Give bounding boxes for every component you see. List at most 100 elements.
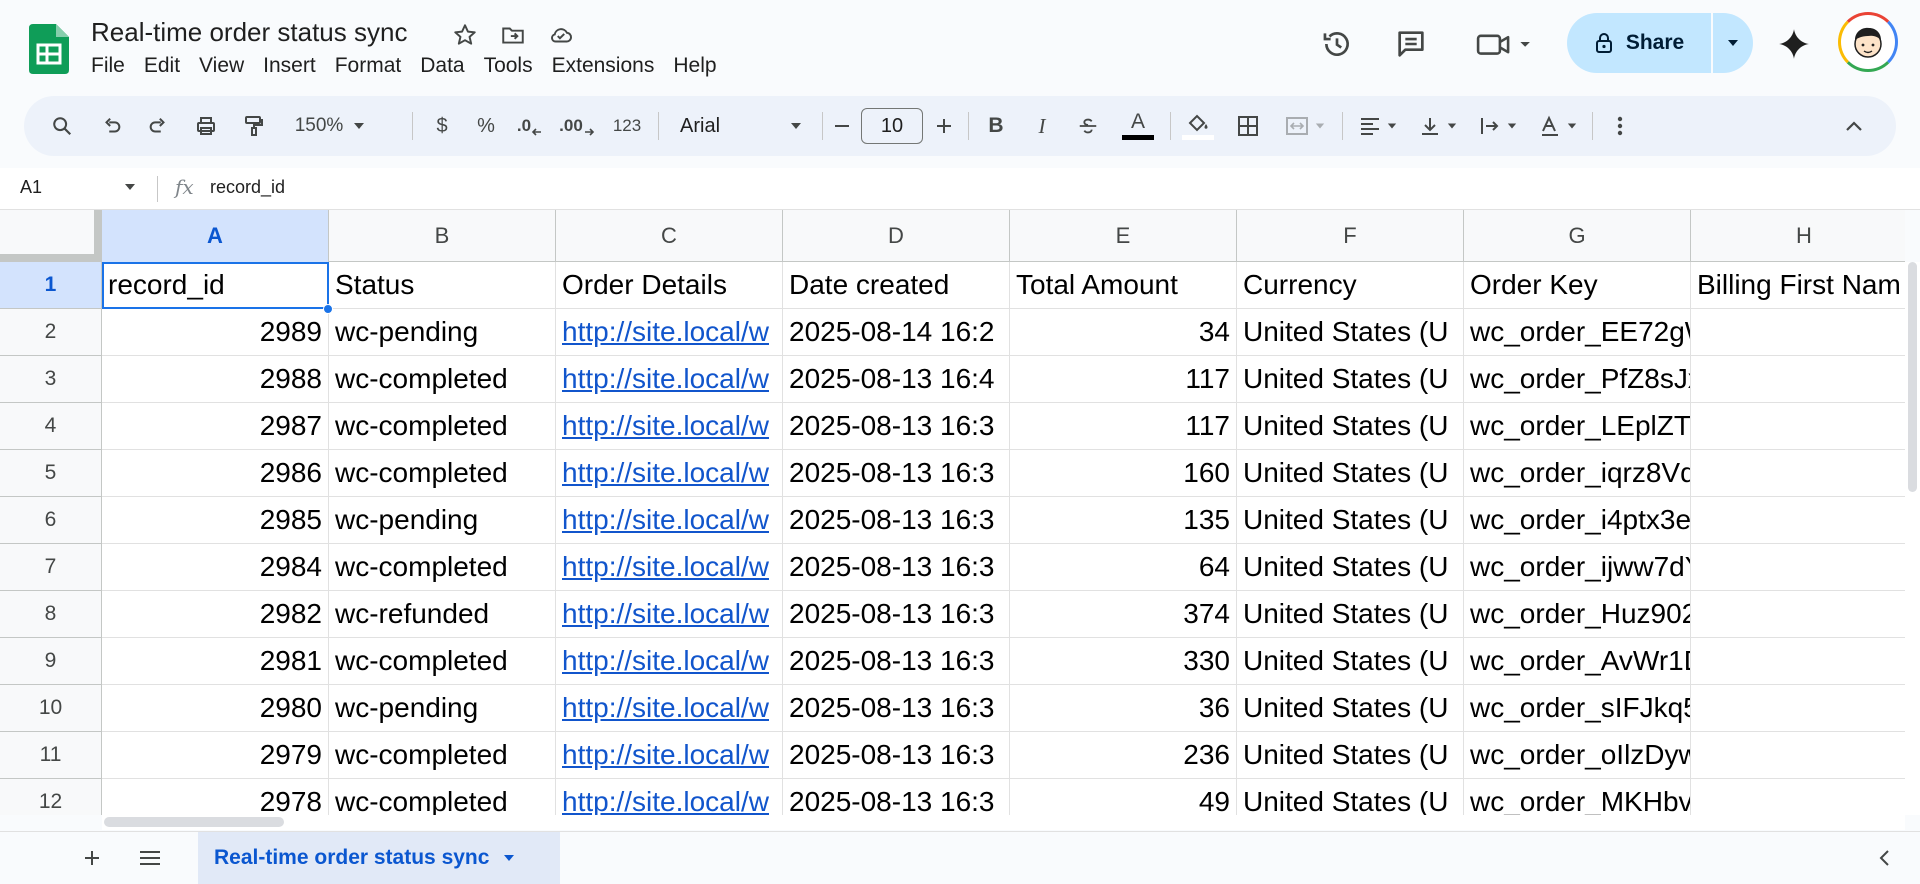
column-header-d[interactable]: D	[783, 210, 1010, 262]
table-cell[interactable]: United States (U	[1237, 685, 1464, 732]
table-cell[interactable]: 2979	[102, 732, 329, 779]
table-cell[interactable]: 2025-08-13 16:3	[783, 497, 1010, 544]
link-cell[interactable]: http://site.local/w	[556, 450, 783, 497]
header-cell[interactable]: Billing First Nam	[1691, 262, 1905, 309]
link-cell[interactable]: http://site.local/w	[556, 779, 783, 815]
row-header[interactable]: 8	[0, 591, 102, 638]
row-header[interactable]: 9	[0, 638, 102, 685]
format-currency-button[interactable]: $	[424, 96, 460, 156]
table-cell[interactable]: 2025-08-13 16:3	[783, 779, 1010, 815]
table-cell[interactable]: wc-completed	[329, 779, 556, 815]
cloud-saved-icon[interactable]	[546, 20, 576, 50]
table-cell[interactable]	[1691, 591, 1905, 638]
comments-icon[interactable]	[1391, 24, 1431, 64]
table-cell[interactable]: United States (U	[1237, 356, 1464, 403]
horizontal-scrollbar-thumb[interactable]	[104, 817, 284, 827]
increase-font-size-icon[interactable]	[928, 96, 960, 156]
freeze-row-handle[interactable]	[0, 254, 102, 262]
table-cell[interactable]: 2980	[102, 685, 329, 732]
table-cell[interactable]: wc_order_ijww7dYp2Wunn	[1464, 544, 1691, 591]
borders-icon[interactable]	[1228, 96, 1268, 156]
row-header[interactable]: 5	[0, 450, 102, 497]
table-cell[interactable]: 2025-08-13 16:3	[783, 638, 1010, 685]
table-cell[interactable]: wc-completed	[329, 403, 556, 450]
paint-format-icon[interactable]	[234, 96, 274, 156]
row-header[interactable]: 11	[0, 732, 102, 779]
gemini-icon[interactable]	[1774, 24, 1814, 64]
table-cell[interactable]: United States (U	[1237, 450, 1464, 497]
table-cell[interactable]	[1691, 403, 1905, 450]
header-cell[interactable]: Total Amount	[1010, 262, 1237, 309]
link-cell[interactable]: http://site.local/w	[556, 591, 783, 638]
column-header-h[interactable]: H	[1691, 210, 1905, 262]
header-cell[interactable]: Order Details	[556, 262, 783, 309]
table-cell[interactable]: wc_order_MKHbvYlf1rQWM	[1464, 779, 1691, 815]
table-cell[interactable]: United States (U	[1237, 497, 1464, 544]
table-cell[interactable]	[1691, 544, 1905, 591]
row-header[interactable]: 6	[0, 497, 102, 544]
zoom-select[interactable]: 150%	[286, 96, 374, 156]
table-cell[interactable]: 330	[1010, 638, 1237, 685]
menu-data[interactable]: Data	[420, 54, 473, 78]
caret-down-icon[interactable]	[503, 854, 515, 862]
link-cell[interactable]: http://site.local/w	[556, 732, 783, 779]
table-cell[interactable]: wc-completed	[329, 544, 556, 591]
menu-format[interactable]: Format	[335, 54, 411, 78]
row-header[interactable]: 7	[0, 544, 102, 591]
row-header[interactable]: 2	[0, 309, 102, 356]
sheet-tab-active[interactable]: Real-time order status sync	[198, 832, 560, 884]
table-cell[interactable]: 2025-08-13 16:3	[783, 732, 1010, 779]
table-cell[interactable]: United States (U	[1237, 403, 1464, 450]
table-cell[interactable]: wc_order_iqrz8Vqqn2hta	[1464, 450, 1691, 497]
link-cell[interactable]: http://site.local/w	[556, 544, 783, 591]
column-header-g[interactable]: G	[1464, 210, 1691, 262]
more-formats-button[interactable]: 123	[604, 96, 650, 156]
text-color-button[interactable]: A	[1118, 96, 1158, 156]
search-menus-icon[interactable]	[42, 96, 82, 156]
increase-decimal-button[interactable]: .00	[554, 96, 600, 156]
table-cell[interactable]	[1691, 497, 1905, 544]
fill-handle[interactable]	[323, 304, 333, 314]
table-cell[interactable]: 2978	[102, 779, 329, 815]
vertical-scrollbar-thumb[interactable]	[1908, 262, 1917, 492]
meet-video-icon[interactable]	[1472, 24, 1536, 64]
table-cell[interactable]: United States (U	[1237, 309, 1464, 356]
share-button[interactable]: Share	[1567, 13, 1711, 73]
table-cell[interactable]: 2025-08-13 16:3	[783, 403, 1010, 450]
table-cell[interactable]: 2025-08-13 16:4	[783, 356, 1010, 403]
all-sheets-menu-icon[interactable]	[134, 842, 166, 874]
table-cell[interactable]: wc_order_AvWr1DHPxjE0C	[1464, 638, 1691, 685]
table-cell[interactable]: wc-pending	[329, 309, 556, 356]
more-options-icon[interactable]	[1600, 96, 1640, 156]
table-cell[interactable]: wc-completed	[329, 450, 556, 497]
table-cell[interactable]: 2025-08-13 16:3	[783, 685, 1010, 732]
column-header-b[interactable]: B	[329, 210, 556, 262]
table-cell[interactable]	[1691, 356, 1905, 403]
print-icon[interactable]	[186, 96, 226, 156]
table-cell[interactable]: wc-completed	[329, 638, 556, 685]
table-cell[interactable]: 34	[1010, 309, 1237, 356]
table-cell[interactable]: 117	[1010, 403, 1237, 450]
table-cell[interactable]	[1691, 779, 1905, 815]
table-cell[interactable]: 117	[1010, 356, 1237, 403]
fill-color-button[interactable]	[1178, 96, 1218, 156]
menu-extensions[interactable]: Extensions	[552, 54, 664, 78]
table-cell[interactable]: 2981	[102, 638, 329, 685]
document-title[interactable]: Real-time order status sync	[91, 17, 407, 48]
link-cell[interactable]: http://site.local/w	[556, 356, 783, 403]
link-cell[interactable]: http://site.local/w	[556, 497, 783, 544]
table-cell[interactable]: 160	[1010, 450, 1237, 497]
decrease-font-size-icon[interactable]	[826, 96, 858, 156]
font-size-input[interactable]: 10	[861, 108, 923, 144]
header-cell[interactable]: Date created	[783, 262, 1010, 309]
table-cell[interactable]	[1691, 309, 1905, 356]
table-cell[interactable]: wc-completed	[329, 732, 556, 779]
table-cell[interactable]: 2025-08-14 16:2	[783, 309, 1010, 356]
row-header[interactable]: 12	[0, 779, 102, 815]
table-cell[interactable]: United States (U	[1237, 638, 1464, 685]
table-cell[interactable]: 2025-08-13 16:3	[783, 544, 1010, 591]
select-all-corner[interactable]	[0, 210, 102, 262]
table-cell[interactable]	[1691, 732, 1905, 779]
format-percent-button[interactable]: %	[468, 96, 504, 156]
caret-down-icon[interactable]	[124, 178, 136, 196]
